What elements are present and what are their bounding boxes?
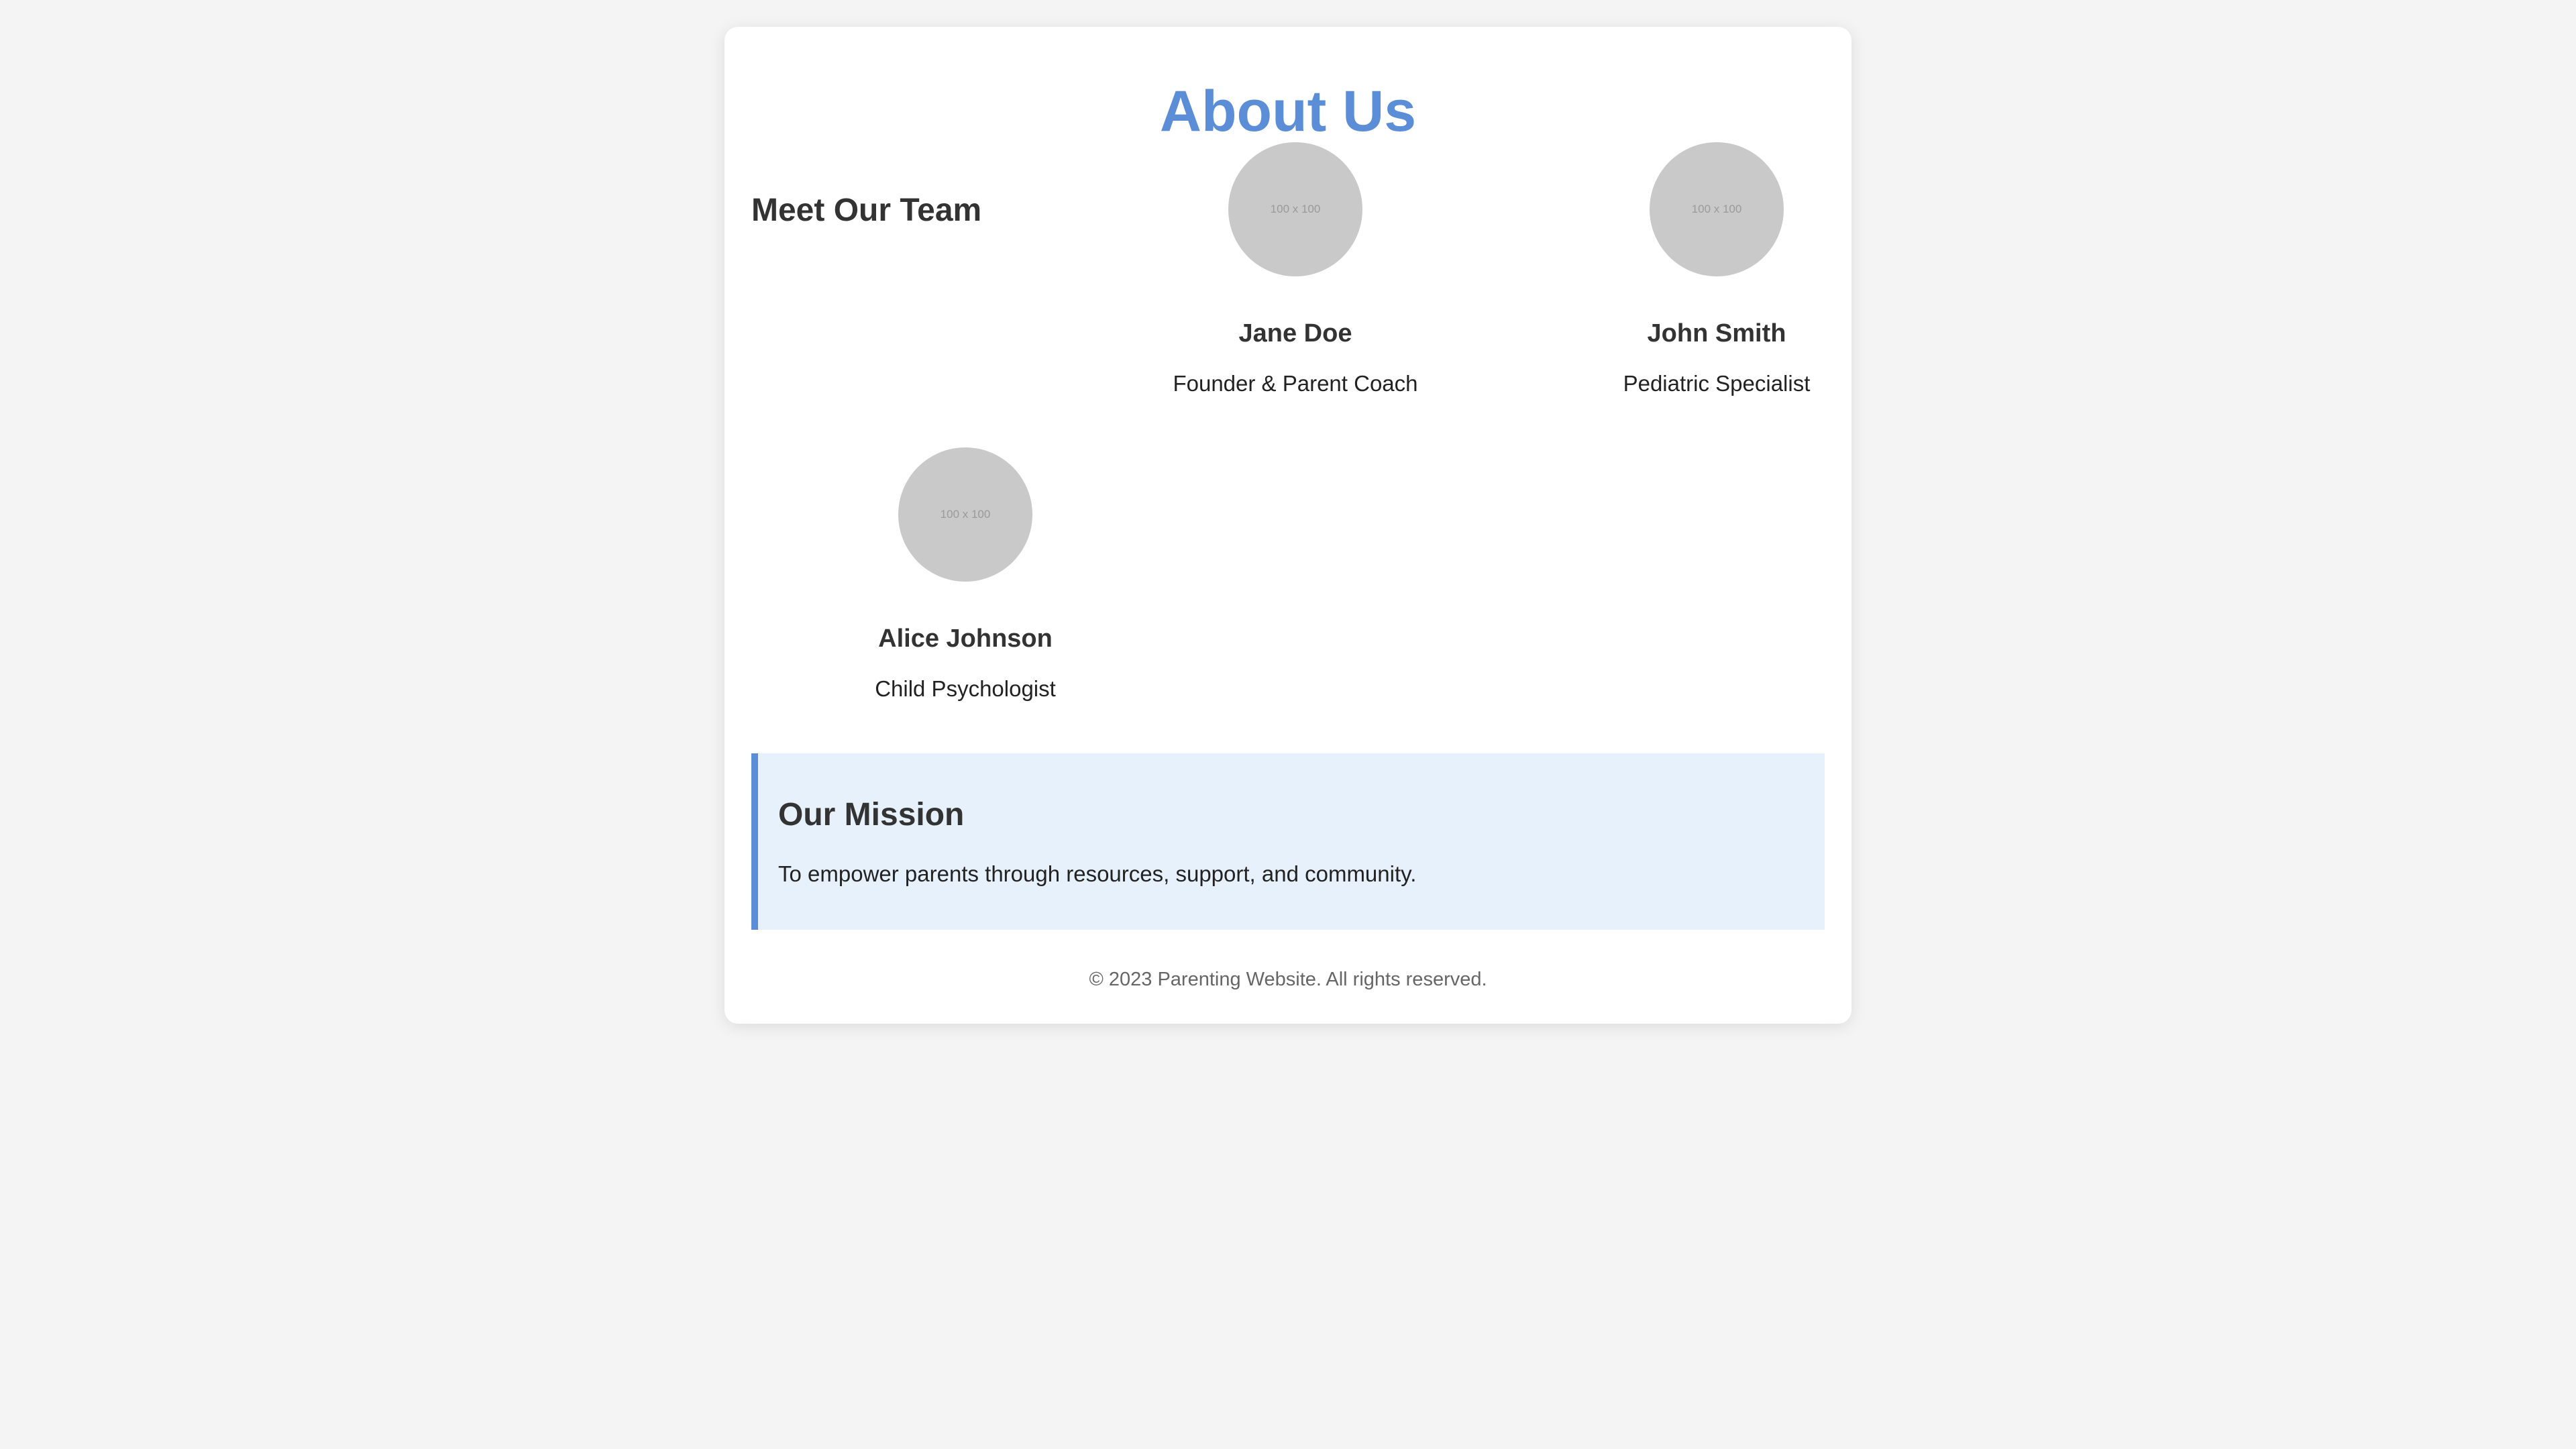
- avatar-placeholder-text: 100 x 100: [1270, 203, 1321, 215]
- member-role: Child Psychologist: [875, 676, 1056, 701]
- mission-heading: Our Mission: [778, 797, 965, 833]
- team-member-card: 100 x 100 John Smith Pediatric Specialis…: [1529, 142, 1904, 397]
- member-role: Pediatric Specialist: [1623, 371, 1811, 396]
- member-role: Founder & Parent Coach: [1173, 371, 1418, 396]
- avatar: 100 x 100: [1650, 142, 1784, 276]
- team-heading: Meet Our Team: [751, 193, 982, 228]
- member-name: Alice Johnson: [878, 625, 1053, 653]
- team-member-card: 100 x 100 Jane Doe Founder & Parent Coac…: [1108, 142, 1483, 397]
- footer-copyright: © 2023 Parenting Website. All rights res…: [1089, 969, 1487, 990]
- team-member-card: 100 x 100 Alice Johnson Child Psychologi…: [777, 447, 1153, 702]
- member-name: John Smith: [1647, 319, 1786, 347]
- avatar: 100 x 100: [1228, 142, 1362, 276]
- about-card: About Us Meet Our Team 100 x 100 Jane Do…: [724, 27, 1851, 1024]
- avatar: 100 x 100: [898, 447, 1032, 582]
- avatar-placeholder-text: 100 x 100: [940, 508, 991, 521]
- mission-section: Our Mission To empower parents through r…: [751, 753, 1825, 930]
- mission-text: To empower parents through resources, su…: [778, 861, 1417, 886]
- member-name: Jane Doe: [1238, 319, 1352, 347]
- page-title: About Us: [1159, 79, 1417, 144]
- avatar-placeholder-text: 100 x 100: [1691, 203, 1742, 215]
